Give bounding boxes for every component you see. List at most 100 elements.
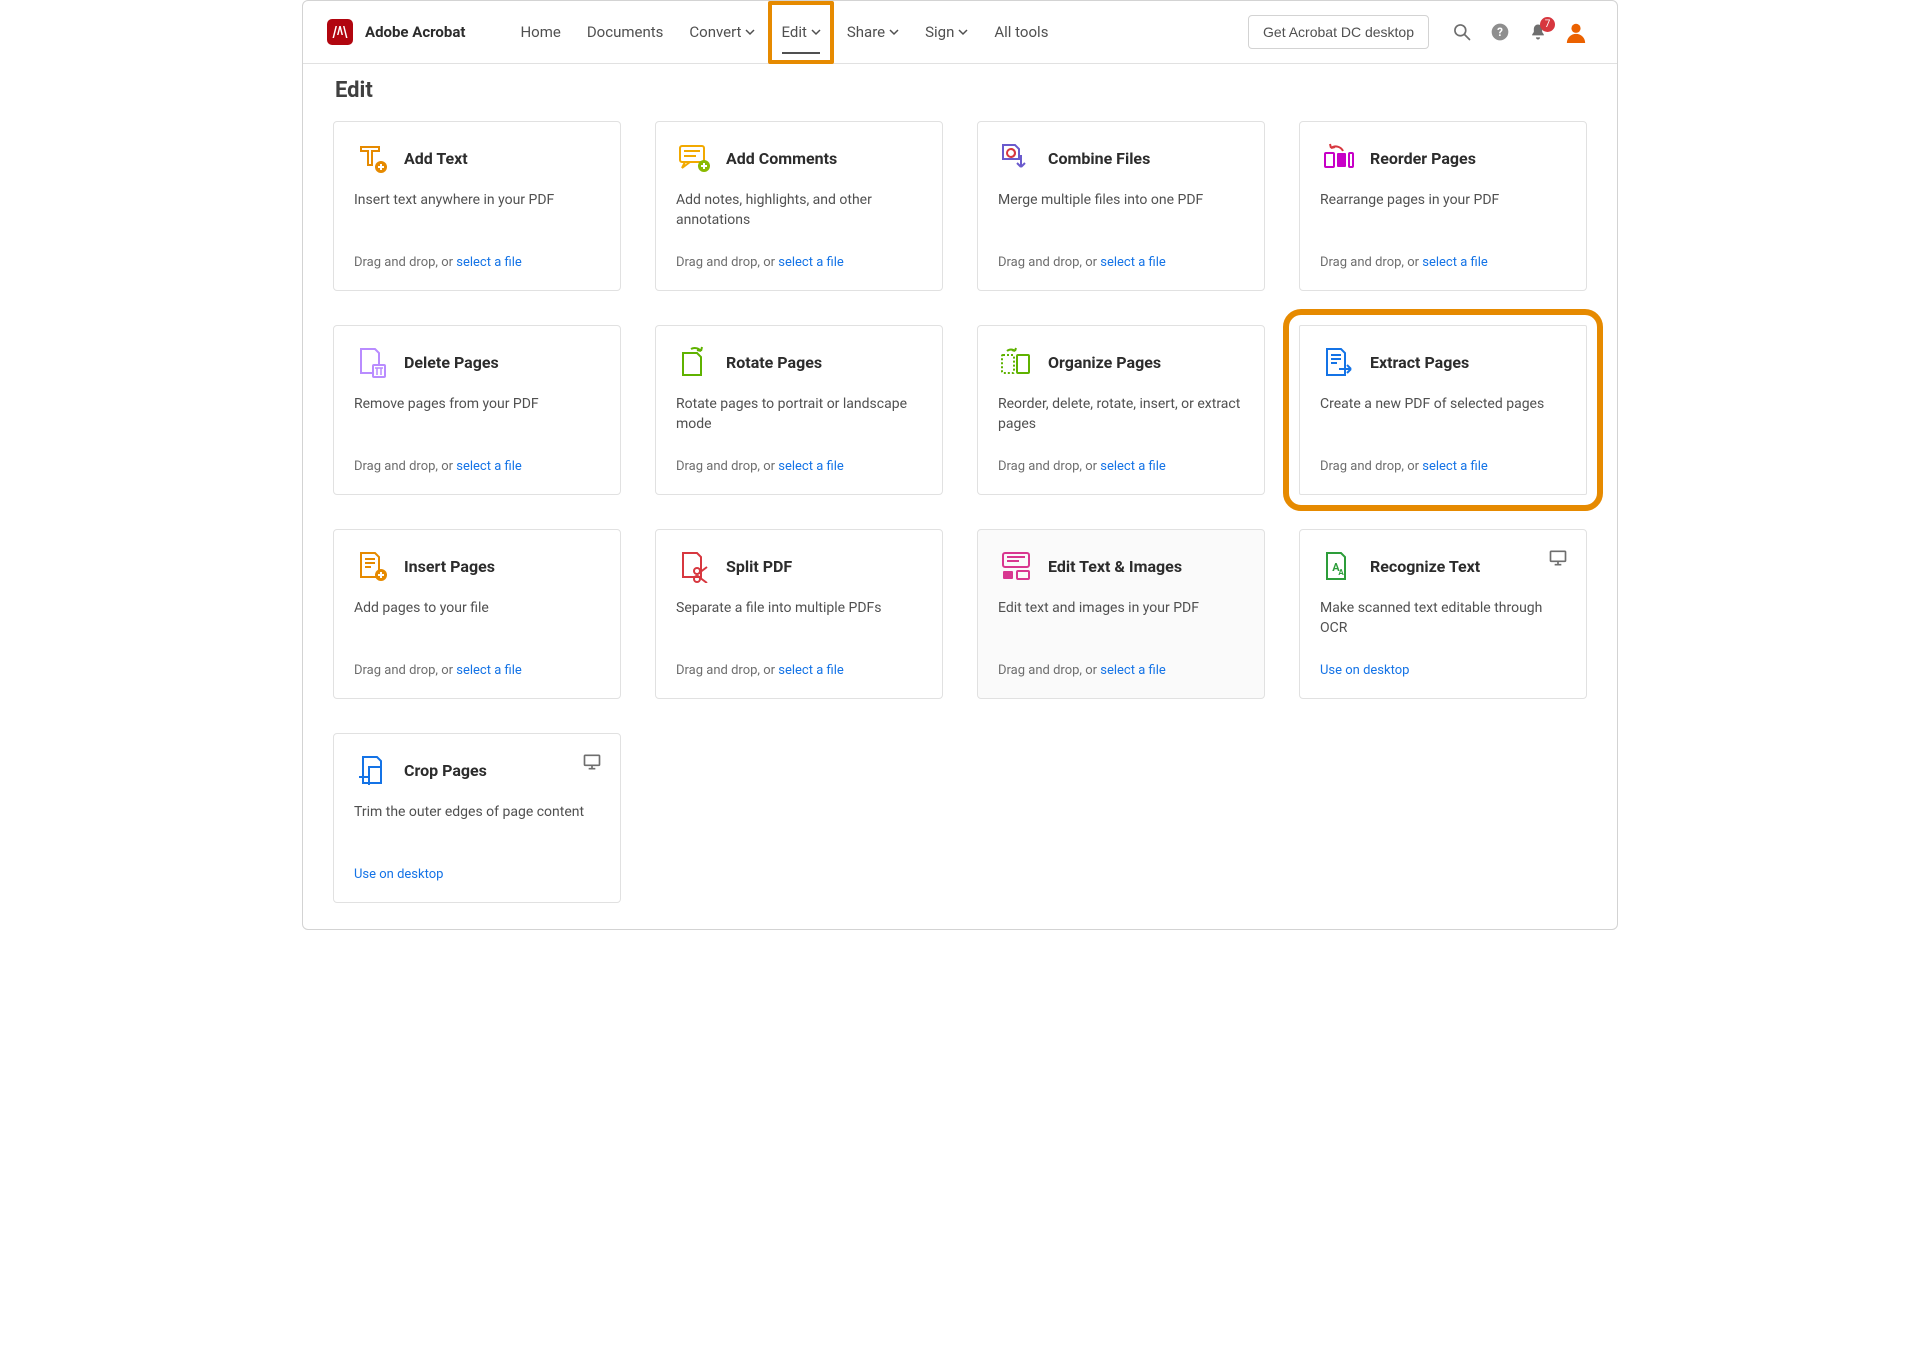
card-organize-pages[interactable]: Organize Pages Reorder, delete, rotate, …: [977, 325, 1265, 495]
chevron-down-icon: [958, 27, 968, 37]
card-title: Reorder Pages: [1370, 149, 1476, 168]
card-split-pdf[interactable]: Split PDF Separate a file into multiple …: [655, 529, 943, 699]
card-title: Recognize Text: [1370, 557, 1480, 576]
card-foot: Drag and drop, or select a file: [998, 649, 1244, 678]
card-desc: Merge multiple files into one PDF: [998, 190, 1244, 210]
card-edit-text-images[interactable]: Edit Text & Images Edit text and images …: [977, 529, 1265, 699]
notifications-icon[interactable]: 7: [1527, 21, 1549, 43]
page-body: Edit Add Text Insert text anywhere in yo…: [303, 64, 1617, 929]
card-desc: Trim the outer edges of page content: [354, 802, 600, 822]
rotate-pages-icon: [676, 344, 712, 380]
card-crop-pages[interactable]: Crop Pages Trim the outer edges of page …: [333, 733, 621, 903]
crop-pages-icon: [354, 752, 390, 788]
tool-grid: Add Text Insert text anywhere in your PD…: [333, 121, 1587, 903]
card-combine-files[interactable]: Combine Files Merge multiple files into …: [977, 121, 1265, 291]
card-title: Insert Pages: [404, 557, 495, 576]
card-rotate-pages[interactable]: Rotate Pages Rotate pages to portrait or…: [655, 325, 943, 495]
card-title: Edit Text & Images: [1048, 557, 1182, 576]
split-pdf-icon: [676, 548, 712, 584]
nav-documents-label: Documents: [587, 23, 664, 41]
insert-pages-icon: [354, 548, 390, 584]
chevron-down-icon: [745, 27, 755, 37]
select-file-link[interactable]: select a file: [456, 459, 522, 474]
extract-pages-icon: [1320, 344, 1356, 380]
nav-share[interactable]: Share: [834, 1, 912, 64]
card-foot: Use on desktop: [1320, 649, 1566, 678]
card-title: Rotate Pages: [726, 353, 822, 372]
chevron-down-icon: [889, 27, 899, 37]
select-file-link[interactable]: select a file: [1422, 459, 1488, 474]
card-title: Split PDF: [726, 557, 792, 576]
nav-home-label: Home: [520, 23, 560, 41]
card-insert-pages[interactable]: Insert Pages Add pages to your file Drag…: [333, 529, 621, 699]
card-title: Organize Pages: [1048, 353, 1161, 372]
card-title: Add Comments: [726, 149, 837, 168]
nav-convert[interactable]: Convert: [676, 1, 768, 64]
get-desktop-button[interactable]: Get Acrobat DC desktop: [1248, 15, 1429, 49]
card-desc: Remove pages from your PDF: [354, 394, 600, 414]
use-on-desktop-link[interactable]: Use on desktop: [354, 867, 443, 882]
card-foot: Drag and drop, or select a file: [354, 649, 600, 678]
profile-avatar[interactable]: [1565, 21, 1587, 43]
adobe-logo-icon: [327, 19, 353, 45]
help-icon[interactable]: ?: [1489, 21, 1511, 43]
card-title: Delete Pages: [404, 353, 499, 372]
nav-edit[interactable]: Edit: [768, 1, 833, 64]
svg-text:A: A: [1338, 568, 1344, 577]
card-desc: Separate a file into multiple PDFs: [676, 598, 922, 618]
select-file-link[interactable]: select a file: [1100, 459, 1166, 474]
nav-sign[interactable]: Sign: [912, 1, 981, 64]
card-foot: Drag and drop, or select a file: [354, 241, 600, 270]
nav-home[interactable]: Home: [507, 1, 573, 64]
card-foot: Drag and drop, or select a file: [1320, 241, 1566, 270]
select-file-link[interactable]: select a file: [778, 459, 844, 474]
card-add-comments[interactable]: Add Comments Add notes, highlights, and …: [655, 121, 943, 291]
brand-name: Adobe Acrobat: [365, 23, 465, 41]
select-file-link[interactable]: select a file: [1100, 255, 1166, 270]
card-foot: Drag and drop, or select a file: [676, 445, 922, 474]
card-delete-pages[interactable]: Delete Pages Remove pages from your PDF …: [333, 325, 621, 495]
nav-convert-label: Convert: [689, 23, 741, 41]
card-desc: Add pages to your file: [354, 598, 600, 618]
card-reorder-pages[interactable]: Reorder Pages Rearrange pages in your PD…: [1299, 121, 1587, 291]
select-file-link[interactable]: select a file: [456, 255, 522, 270]
desktop-only-icon: [582, 752, 602, 772]
add-text-icon: [354, 140, 390, 176]
card-desc: Create a new PDF of selected pages: [1320, 394, 1566, 414]
nav-share-label: Share: [847, 23, 885, 41]
nav-sign-label: Sign: [925, 23, 954, 41]
notification-badge: 7: [1540, 17, 1555, 32]
select-file-link[interactable]: select a file: [1100, 663, 1166, 678]
card-extract-pages[interactable]: Extract Pages Create a new PDF of select…: [1299, 325, 1587, 495]
card-foot: Drag and drop, or select a file: [354, 445, 600, 474]
card-recognize-text[interactable]: AA Recognize Text Make scanned text edit…: [1299, 529, 1587, 699]
card-desc: Insert text anywhere in your PDF: [354, 190, 600, 210]
nav-all-tools[interactable]: All tools: [981, 1, 1061, 64]
nav-edit-label: Edit: [781, 23, 806, 41]
card-foot: Drag and drop, or select a file: [676, 241, 922, 270]
search-icon[interactable]: [1451, 21, 1473, 43]
use-on-desktop-link[interactable]: Use on desktop: [1320, 663, 1409, 678]
card-foot: Drag and drop, or select a file: [1320, 445, 1566, 474]
app-header: Adobe Acrobat Home Documents Convert Edi…: [303, 1, 1617, 64]
card-title: Add Text: [404, 149, 468, 168]
card-desc: Add notes, highlights, and other annotat…: [676, 190, 922, 231]
desktop-only-icon: [1548, 548, 1568, 568]
card-foot: Drag and drop, or select a file: [998, 445, 1244, 474]
add-comments-icon: [676, 140, 712, 176]
page-title: Edit: [335, 78, 1587, 103]
card-desc: Rotate pages to portrait or landscape mo…: [676, 394, 922, 435]
select-file-link[interactable]: select a file: [1422, 255, 1488, 270]
recognize-text-icon: AA: [1320, 548, 1356, 584]
delete-pages-icon: [354, 344, 390, 380]
select-file-link[interactable]: select a file: [456, 663, 522, 678]
card-desc: Rearrange pages in your PDF: [1320, 190, 1566, 210]
svg-text:?: ?: [1497, 25, 1503, 39]
card-title: Combine Files: [1048, 149, 1150, 168]
card-desc: Edit text and images in your PDF: [998, 598, 1244, 618]
nav-documents[interactable]: Documents: [574, 1, 677, 64]
select-file-link[interactable]: select a file: [778, 255, 844, 270]
select-file-link[interactable]: select a file: [778, 663, 844, 678]
card-foot: Use on desktop: [354, 853, 600, 882]
card-add-text[interactable]: Add Text Insert text anywhere in your PD…: [333, 121, 621, 291]
